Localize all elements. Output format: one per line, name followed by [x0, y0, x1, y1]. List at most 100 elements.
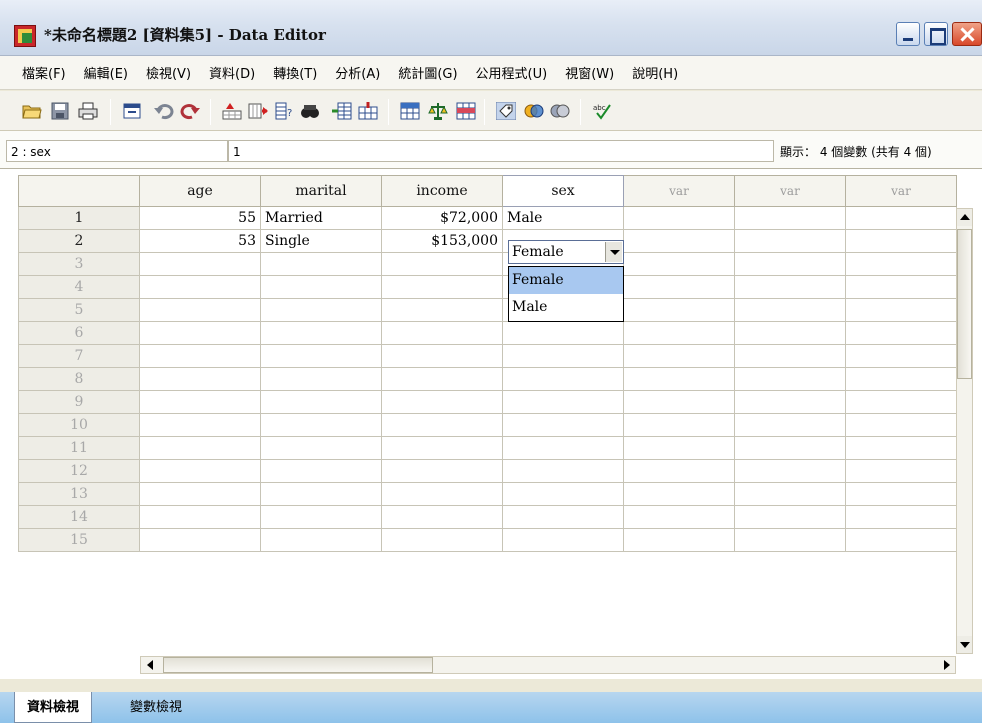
- cell-empty[interactable]: [139, 321, 261, 345]
- column-header-income[interactable]: income: [381, 175, 503, 207]
- cell-empty[interactable]: [734, 229, 846, 253]
- cell-empty[interactable]: [845, 390, 957, 414]
- cell-empty[interactable]: [139, 275, 261, 299]
- select-cases-icon[interactable]: [456, 102, 476, 120]
- insert-variable-icon[interactable]: [358, 102, 378, 120]
- grid-corner[interactable]: [18, 175, 140, 207]
- menu-transform[interactable]: 轉換(T): [273, 63, 317, 82]
- cell-empty[interactable]: [139, 436, 261, 460]
- weight-cases-icon[interactable]: [428, 102, 448, 120]
- variables-icon[interactable]: ?: [274, 102, 294, 120]
- cell-marital[interactable]: Married: [260, 206, 382, 230]
- menu-utilities[interactable]: 公用程式(U): [476, 63, 548, 82]
- cell-empty[interactable]: [502, 528, 624, 552]
- cell-empty[interactable]: [734, 275, 846, 299]
- cell-empty[interactable]: [623, 298, 735, 322]
- menu-help[interactable]: 說明(H): [632, 63, 678, 82]
- cell-empty[interactable]: [845, 298, 957, 322]
- vertical-scrollbar[interactable]: [956, 208, 973, 654]
- minimize-button[interactable]: [896, 22, 920, 46]
- cell-empty[interactable]: [623, 413, 735, 437]
- cell-empty[interactable]: [139, 528, 261, 552]
- cell-empty[interactable]: [623, 229, 735, 253]
- menu-window[interactable]: 視窗(W): [565, 63, 614, 82]
- cell-empty[interactable]: [502, 413, 624, 437]
- tab-data-view[interactable]: 資料檢視: [14, 692, 93, 723]
- cell-empty[interactable]: [381, 275, 503, 299]
- menu-view[interactable]: 檢視(V): [146, 63, 191, 82]
- cell-empty[interactable]: [260, 413, 382, 437]
- row-header[interactable]: 5: [18, 298, 140, 322]
- goto-case-icon[interactable]: [222, 102, 242, 120]
- scroll-up-arrow-icon[interactable]: [957, 209, 972, 226]
- cell-empty[interactable]: [845, 482, 957, 506]
- cell-empty[interactable]: [845, 459, 957, 483]
- cell-empty[interactable]: [845, 528, 957, 552]
- cell-empty[interactable]: [502, 321, 624, 345]
- cell-age[interactable]: 55: [139, 206, 261, 230]
- cell-empty[interactable]: [623, 482, 735, 506]
- cell-empty[interactable]: [260, 298, 382, 322]
- cell-empty[interactable]: [623, 275, 735, 299]
- undo-icon[interactable]: [154, 102, 174, 120]
- cell-empty[interactable]: [845, 229, 957, 253]
- cell-empty[interactable]: [734, 390, 846, 414]
- cell-empty[interactable]: [734, 482, 846, 506]
- cell-empty[interactable]: [734, 298, 846, 322]
- cell-empty[interactable]: [502, 390, 624, 414]
- row-header[interactable]: 15: [18, 528, 140, 552]
- cell-empty[interactable]: [734, 321, 846, 345]
- dialog-recall-icon[interactable]: [122, 102, 142, 120]
- cell-empty[interactable]: [260, 344, 382, 368]
- scroll-down-arrow-icon[interactable]: [957, 636, 972, 653]
- find-icon[interactable]: [300, 102, 320, 120]
- cell-empty[interactable]: [623, 390, 735, 414]
- cell-empty[interactable]: [734, 459, 846, 483]
- row-header[interactable]: 2: [18, 229, 140, 253]
- scroll-left-arrow-icon[interactable]: [141, 657, 158, 673]
- cell-empty[interactable]: [260, 275, 382, 299]
- cell-empty[interactable]: [139, 459, 261, 483]
- redo-icon[interactable]: [180, 102, 200, 120]
- open-folder-icon[interactable]: [22, 102, 42, 120]
- menu-analyze[interactable]: 分析(A): [335, 63, 380, 82]
- cell-empty[interactable]: [623, 505, 735, 529]
- cell-empty[interactable]: [734, 252, 846, 276]
- cell-value-field[interactable]: 1: [228, 140, 774, 162]
- cell-empty[interactable]: [381, 252, 503, 276]
- cell-empty[interactable]: [260, 252, 382, 276]
- spell-check-icon[interactable]: abc: [592, 102, 612, 120]
- cell-empty[interactable]: [139, 367, 261, 391]
- maximize-button[interactable]: [924, 22, 948, 46]
- column-header-sex[interactable]: sex: [502, 175, 624, 207]
- cell-empty[interactable]: [623, 252, 735, 276]
- row-header[interactable]: 12: [18, 459, 140, 483]
- close-button[interactable]: [952, 22, 982, 46]
- cell-empty[interactable]: [623, 321, 735, 345]
- cell-empty[interactable]: [260, 482, 382, 506]
- cell-empty[interactable]: [381, 390, 503, 414]
- cell-empty[interactable]: [623, 367, 735, 391]
- row-header[interactable]: 6: [18, 321, 140, 345]
- dropdown-option-female[interactable]: Female: [509, 267, 623, 294]
- row-header[interactable]: 1: [18, 206, 140, 230]
- cell-empty[interactable]: [734, 344, 846, 368]
- cell-empty[interactable]: [502, 436, 624, 460]
- cell-empty[interactable]: [845, 367, 957, 391]
- menu-file[interactable]: 檔案(F): [22, 63, 66, 82]
- horizontal-scroll-thumb[interactable]: [163, 657, 433, 673]
- cell-empty[interactable]: [734, 436, 846, 460]
- use-sets-icon[interactable]: [524, 102, 544, 120]
- cell-empty[interactable]: [381, 505, 503, 529]
- row-header[interactable]: 4: [18, 275, 140, 299]
- value-labels-icon[interactable]: [496, 102, 516, 120]
- cell-empty[interactable]: [381, 298, 503, 322]
- cell-empty[interactable]: [139, 252, 261, 276]
- column-header-var[interactable]: var: [845, 175, 957, 207]
- cell-empty[interactable]: [845, 206, 957, 230]
- cell-empty[interactable]: [381, 528, 503, 552]
- cell-empty[interactable]: [734, 528, 846, 552]
- cell-empty[interactable]: [260, 436, 382, 460]
- menu-data[interactable]: 資料(D): [209, 63, 255, 82]
- row-header[interactable]: 10: [18, 413, 140, 437]
